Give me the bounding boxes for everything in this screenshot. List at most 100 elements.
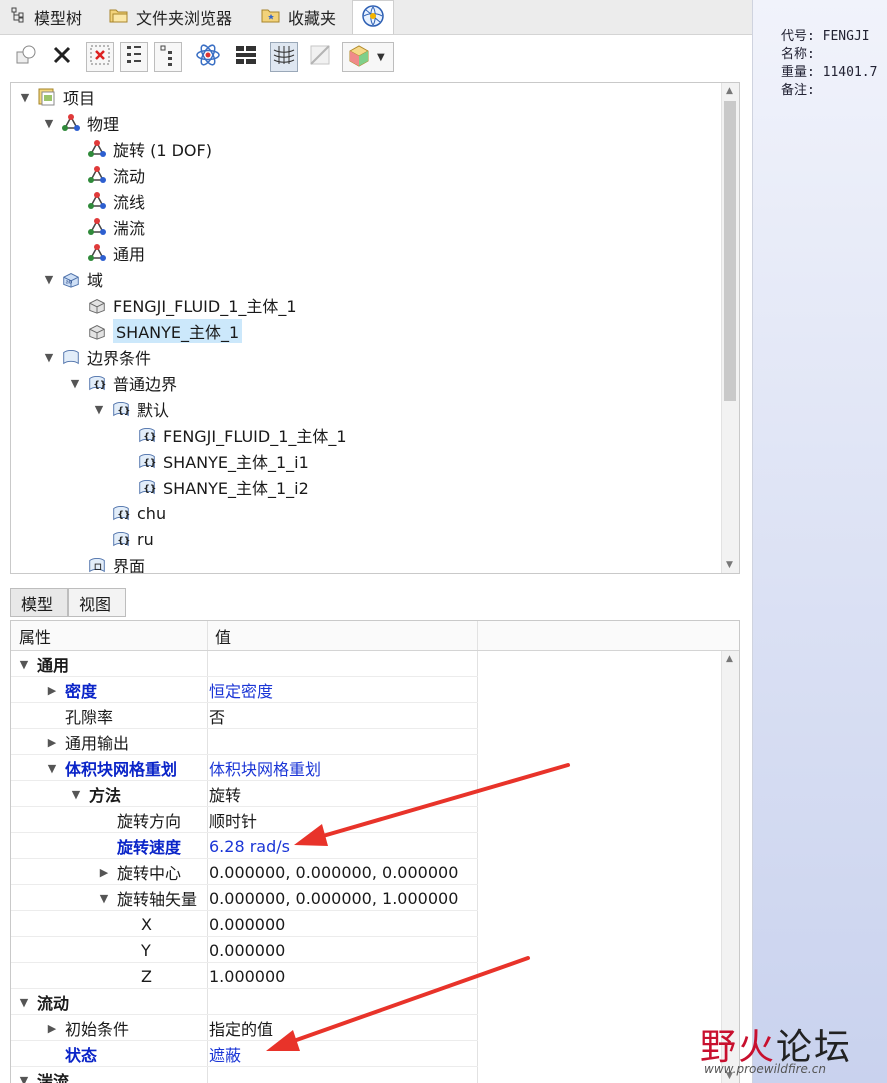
property-value[interactable]: 顺时针 [209, 807, 257, 833]
property-value[interactable]: 否 [209, 703, 225, 729]
toolbar-button-expand[interactable] [120, 42, 148, 72]
toolbar-button-mesh[interactable] [270, 42, 298, 72]
tree-node-flow[interactable]: 流动 [69, 162, 145, 188]
property-value[interactable]: 0.000000, 0.000000, 1.000000 [209, 885, 458, 911]
svg-text:{}: {} [93, 381, 106, 391]
property-row-axis-y[interactable]: Y 0.000000 [11, 937, 478, 963]
property-row-general[interactable]: ▼ 通用 [11, 651, 478, 677]
tree-scrollbar[interactable]: ▲ ▼ [721, 83, 739, 573]
tree-node-rotation[interactable]: 旋转 (1 DOF) [69, 136, 212, 162]
property-value[interactable]: 恒定密度 [209, 677, 273, 703]
tree-node-boundary-fengji[interactable]: {} FENGJI_FLUID_1_主体_1 [119, 422, 347, 448]
property-row-initial-conditions[interactable]: ▶ 初始条件 指定的值 [11, 1015, 478, 1041]
folder-browser-icon [108, 6, 130, 28]
toolbar-button-hierarchy[interactable] [232, 42, 260, 72]
tab-view[interactable]: 视图 [68, 588, 126, 617]
collapse-triangle-icon[interactable]: ▼ [69, 788, 83, 801]
scroll-up-icon[interactable]: ▲ [726, 86, 733, 96]
svg-text:ab: ab [66, 280, 73, 286]
property-row-turbulence[interactable]: ▼ 湍流 [11, 1067, 478, 1083]
toolbar-button-collapse[interactable] [154, 42, 182, 72]
property-row-flow[interactable]: ▼ 流动 [11, 989, 478, 1015]
collapse-triangle-icon[interactable]: ▼ [43, 117, 55, 130]
collapse-triangle-icon[interactable]: ▼ [97, 892, 111, 905]
collapse-triangle-icon[interactable]: ▼ [17, 658, 31, 671]
property-value[interactable]: 0.000000 [209, 937, 285, 963]
tab-folder-browser[interactable]: 文件夹浏览器 [108, 0, 232, 33]
tree-node-body-fengji[interactable]: FENGJI_FLUID_1_主体_1 [69, 292, 297, 318]
tree-node-physics[interactable]: ▼ 物理 [43, 110, 119, 136]
physics-icon [87, 191, 107, 211]
property-key: 旋转方向 [117, 812, 182, 831]
property-value[interactable]: 旋转 [209, 781, 241, 807]
tree-node-streamline[interactable]: 流线 [69, 188, 145, 214]
collapse-triangle-icon[interactable]: ▼ [17, 996, 31, 1009]
tree-node-boundary-conditions[interactable]: ▼ 边界条件 [43, 344, 151, 370]
tree-node-turbulence[interactable]: 湍流 [69, 214, 145, 240]
tree-node-boundary-shanye-i2[interactable]: {} SHANYE_主体_1_i2 [119, 474, 309, 500]
property-value[interactable]: 0.000000, 0.000000, 0.000000 [209, 859, 458, 885]
collapse-triangle-icon[interactable]: ▼ [19, 91, 31, 104]
tab-favorites[interactable]: 收藏夹 [260, 0, 336, 33]
property-row-porosity[interactable]: 孔隙率 否 [11, 703, 478, 729]
toolbar-button-delete[interactable] [48, 42, 76, 72]
expand-triangle-icon[interactable]: ▶ [45, 736, 59, 749]
property-row-state[interactable]: 状态 遮蔽 [11, 1041, 478, 1067]
tab-model[interactable]: 模型 [10, 588, 68, 617]
tree-node-body-shanye[interactable]: SHANYE_主体_1 [69, 318, 243, 344]
property-row-method[interactable]: ▼ 方法 旋转 [11, 781, 478, 807]
expand-triangle-icon[interactable]: ▶ [45, 684, 59, 697]
boundary-icon: {} [137, 477, 157, 497]
property-value[interactable]: 指定的值 [209, 1015, 273, 1041]
property-value[interactable]: 遮蔽 [209, 1041, 241, 1067]
collapse-triangle-icon[interactable]: ▼ [69, 377, 81, 390]
domain-icon: ab [61, 269, 81, 289]
property-value[interactable]: 1.000000 [209, 963, 285, 989]
tab-model-tree[interactable]: 模型树 [10, 0, 82, 33]
boundary-icon [61, 347, 81, 367]
property-value[interactable]: 体积块网格重划 [209, 755, 321, 781]
tab-flow-analysis[interactable] [352, 0, 394, 34]
property-row-axis-z[interactable]: Z 1.000000 [11, 963, 478, 989]
collapse-triangle-icon[interactable]: ▼ [43, 273, 55, 286]
tree-node-normal-boundary[interactable]: ▼ {} 普通边界 [69, 370, 177, 396]
column-header-value[interactable]: 值 [215, 621, 231, 650]
toolbar-button-new[interactable] [12, 42, 40, 72]
tree-node-ru[interactable]: {} ru [93, 526, 154, 552]
property-row-rotation-center[interactable]: ▶ 旋转中心 0.000000, 0.000000, 0.000000 [11, 859, 478, 885]
scrollbar-thumb[interactable] [724, 101, 736, 401]
tree-node-domain[interactable]: ▼ ab 域 [43, 266, 103, 292]
property-row-axis-x[interactable]: X 0.000000 [11, 911, 478, 937]
property-row-rotation-axis[interactable]: ▼ 旋转轴矢量 0.000000, 0.000000, 1.000000 [11, 885, 478, 911]
collapse-triangle-icon[interactable]: ▼ [43, 351, 55, 364]
property-value[interactable]: 6.28 rad/s [209, 833, 290, 859]
column-header-property[interactable]: 属性 [19, 621, 51, 650]
property-row-rotation-direction[interactable]: 旋转方向 顺时针 [11, 807, 478, 833]
property-row-general-output[interactable]: ▶ 通用输出 [11, 729, 478, 755]
property-value[interactable]: 0.000000 [209, 911, 285, 937]
tree-node-project[interactable]: ▼ 项目 [19, 84, 95, 110]
expand-triangle-icon[interactable]: ▶ [97, 866, 111, 879]
scroll-up-icon[interactable]: ▲ [726, 654, 733, 664]
toolbar-button-plane[interactable] [306, 42, 334, 72]
tree-node-general[interactable]: 通用 [69, 240, 145, 266]
collapse-triangle-icon[interactable]: ▼ [17, 1074, 31, 1083]
collapse-triangle-icon[interactable]: ▼ [45, 762, 59, 775]
collapse-triangle-icon[interactable]: ▼ [93, 403, 105, 416]
tree-node-default[interactable]: ▼ {} 默认 [93, 396, 169, 422]
toolbar-button-physics[interactable] [194, 42, 222, 72]
property-key: X [141, 914, 152, 934]
toolbar-button-delete-all[interactable] [86, 42, 114, 72]
expand-triangle-icon[interactable]: ▶ [45, 1022, 59, 1035]
property-key: 体积块网格重划 [65, 760, 178, 779]
tree-node-boundary-shanye-i1[interactable]: {} SHANYE_主体_1_i1 [119, 448, 309, 474]
tree-node-chu[interactable]: {} chu [93, 500, 166, 526]
toolbar-button-display[interactable]: ▼ [342, 42, 394, 72]
physics-icon [87, 139, 107, 159]
scroll-down-icon[interactable]: ▼ [726, 560, 733, 570]
collapse-tree-icon [158, 43, 178, 71]
tree-node-interface[interactable]: 界面 [69, 552, 145, 573]
property-row-density[interactable]: ▶ 密度 恒定密度 [11, 677, 478, 703]
property-row-rotation-speed[interactable]: 旋转速度 6.28 rad/s [11, 833, 478, 859]
property-row-volume-remesh[interactable]: ▼ 体积块网格重划 体积块网格重划 [11, 755, 478, 781]
